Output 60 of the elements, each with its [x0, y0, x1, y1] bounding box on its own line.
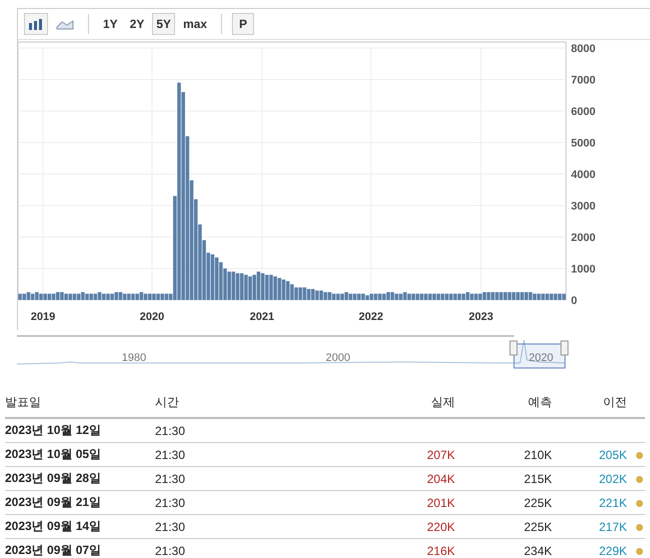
navigator-label: 2000: [326, 352, 350, 364]
column-header: 이전: [552, 392, 627, 418]
column-header: 실제: [305, 392, 455, 418]
navigator-label: 1980: [122, 352, 146, 364]
actual-cell: 204K: [426, 472, 455, 486]
y-axis-label: 0: [571, 295, 578, 307]
column-header: 시간: [155, 392, 305, 418]
range-button[interactable]: max: [179, 13, 212, 35]
time-cell: 21:30: [155, 490, 305, 514]
x-axis-label: 2023: [468, 311, 494, 323]
x-axis-label: 2020: [140, 311, 164, 323]
time-cell: 21:30: [155, 538, 305, 558]
date-cell: 2023년 09월 14일: [5, 514, 155, 538]
actual-cell: 216K: [426, 544, 455, 558]
area-chart-icon: [56, 18, 74, 30]
forecast-cell: 225K: [524, 496, 552, 510]
date-cell: 2023년 09월 21일: [5, 490, 155, 514]
p-button[interactable]: P: [232, 13, 254, 35]
previous-cell: 229K: [598, 544, 627, 558]
date-cell: 2023년 09월 07일: [5, 538, 155, 558]
y-axis-label: 8000: [571, 43, 596, 55]
column-header: 발표일: [5, 392, 155, 418]
left-handle-icon[interactable]: [510, 340, 518, 356]
time-cell: 21:30: [155, 466, 305, 490]
navigator-selection[interactable]: [514, 344, 566, 368]
forecast-cell: 215K: [524, 472, 552, 486]
time-cell: 21:30: [155, 418, 305, 442]
y-axis-label: 7000: [571, 74, 596, 86]
bar-chart-icon: [28, 18, 44, 30]
chart-type-button[interactable]: [24, 13, 48, 35]
actual-cell: 220K: [426, 520, 455, 534]
column-header: 예측: [455, 392, 552, 418]
y-axis-label: 1000: [571, 264, 596, 276]
previous-cell: 221K: [598, 496, 627, 510]
y-axis-label: 4000: [571, 169, 596, 181]
range-button[interactable]: 1Y: [99, 13, 122, 35]
x-axis-label: 2021: [250, 311, 274, 323]
time-cell: 21:30: [155, 442, 305, 466]
date-cell: 2023년 10월 12일: [5, 418, 155, 442]
date-cell: 2023년 09월 28일: [5, 466, 155, 490]
y-axis-label: 2000: [571, 232, 596, 244]
actual-cell: 201K: [426, 496, 455, 510]
actual-cell: 207K: [426, 448, 455, 462]
previous-cell: 217K: [598, 520, 627, 534]
x-axis-label: 2022: [358, 311, 384, 323]
range-button[interactable]: 2Y: [126, 13, 148, 35]
date-cell: 2023년 10월 05일: [5, 442, 155, 466]
right-handle-icon[interactable]: [560, 340, 568, 356]
previous-cell: 205K: [598, 448, 627, 462]
y-axis-label: 6000: [571, 106, 596, 118]
forecast-cell: 234K: [524, 544, 552, 558]
navigator-label: 2020: [528, 352, 554, 364]
x-axis-label: 2019: [30, 311, 56, 323]
range-button[interactable]: 5Y: [152, 13, 176, 35]
y-axis-label: 5000: [571, 138, 596, 150]
time-cell: 21:30: [155, 514, 305, 538]
forecast-cell: 210K: [524, 448, 552, 462]
y-axis-label: 3000: [571, 200, 596, 212]
previous-cell: 202K: [598, 472, 627, 486]
forecast-cell: 225K: [524, 520, 552, 534]
